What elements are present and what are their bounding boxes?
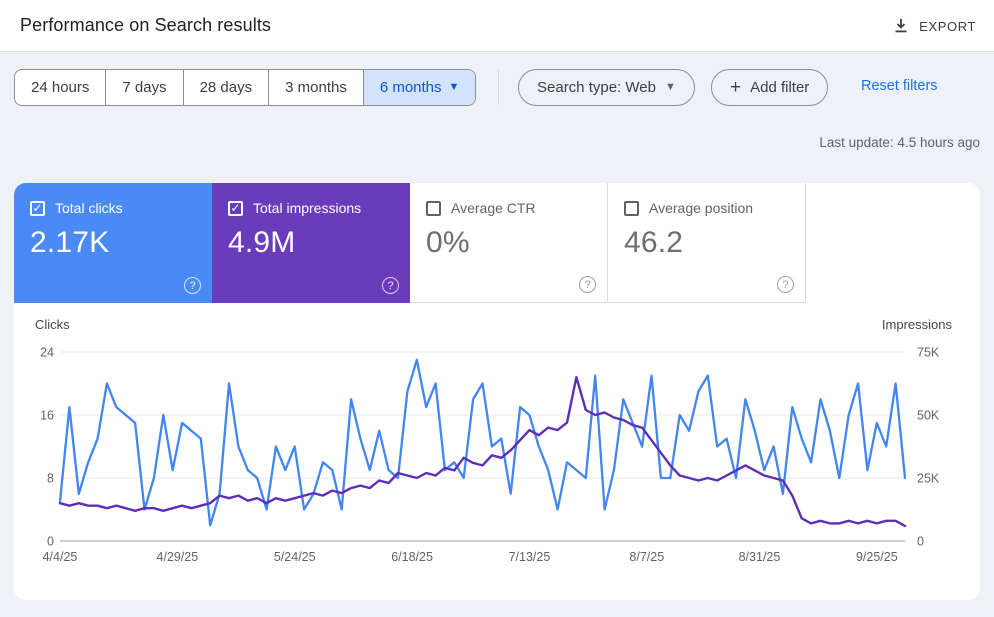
search-console-performance-page: Performance on Search results EXPORT 24 …: [0, 0, 994, 617]
date-range-label: 6 months: [380, 79, 442, 96]
svg-text:8: 8: [47, 472, 54, 486]
help-icon[interactable]: ?: [579, 276, 596, 293]
metric-label: Average CTR: [451, 200, 536, 216]
svg-text:25K: 25K: [917, 472, 940, 486]
metric-tile-average-position[interactable]: Average position 46.2 ?: [608, 183, 806, 303]
date-range-label: 3 months: [285, 79, 347, 96]
download-icon: [893, 18, 909, 34]
date-range-label: 28 days: [200, 79, 253, 96]
svg-text:24: 24: [40, 346, 54, 360]
checkbox-checked-icon[interactable]: ✓: [30, 201, 45, 216]
search-type-label: Search type: Web: [537, 79, 656, 96]
export-button[interactable]: EXPORT: [893, 10, 976, 42]
help-icon[interactable]: ?: [382, 277, 399, 294]
help-icon[interactable]: ?: [184, 277, 201, 294]
date-range-group: 24 hours 7 days 28 days 3 months 6 month…: [14, 69, 476, 106]
metric-label: Average position: [649, 200, 753, 216]
page-title: Performance on Search results: [20, 0, 271, 51]
export-label: EXPORT: [919, 19, 976, 34]
metric-label: Total impressions: [253, 200, 361, 216]
date-range-28-days[interactable]: 28 days: [184, 70, 270, 105]
svg-text:8/31/25: 8/31/25: [739, 550, 781, 564]
metric-tiles: ✓ Total clicks 2.17K ? ✓ Total impressio…: [14, 183, 806, 303]
reset-filters-link[interactable]: Reset filters: [861, 78, 938, 94]
search-type-dropdown[interactable]: Search type: Web ▼: [518, 69, 695, 106]
metric-tile-average-ctr[interactable]: Average CTR 0% ?: [410, 183, 608, 303]
svg-text:0: 0: [917, 535, 924, 549]
date-range-24-hours[interactable]: 24 hours: [15, 70, 106, 105]
svg-text:4/4/25: 4/4/25: [43, 550, 78, 564]
date-range-label: 7 days: [122, 79, 166, 96]
metric-value: 4.9M: [228, 226, 394, 260]
date-range-label: 24 hours: [31, 79, 89, 96]
svg-text:9/25/25: 9/25/25: [856, 550, 898, 564]
date-range-7-days[interactable]: 7 days: [106, 70, 183, 105]
metric-value: 0%: [426, 226, 591, 260]
svg-text:4/29/25: 4/29/25: [157, 550, 199, 564]
svg-text:0: 0: [47, 535, 54, 549]
performance-card: ✓ Total clicks 2.17K ? ✓ Total impressio…: [14, 183, 980, 600]
checkbox-checked-icon[interactable]: ✓: [228, 201, 243, 216]
metric-tile-total-clicks[interactable]: ✓ Total clicks 2.17K ?: [14, 183, 212, 303]
svg-text:50K: 50K: [917, 409, 940, 423]
plus-icon: +: [730, 78, 741, 97]
line-chart-canvas: ClicksImpressions2475K1650K825K004/4/254…: [14, 303, 980, 600]
svg-text:8/7/25: 8/7/25: [629, 550, 664, 564]
svg-text:16: 16: [40, 409, 54, 423]
add-filter-button[interactable]: + Add filter: [711, 69, 828, 106]
metric-label: Total clicks: [55, 200, 123, 216]
last-update-text: Last update: 4.5 hours ago: [819, 135, 980, 150]
help-icon[interactable]: ?: [777, 276, 794, 293]
add-filter-label: Add filter: [750, 79, 809, 96]
checkbox-unchecked-icon[interactable]: [624, 201, 639, 216]
checkbox-unchecked-icon[interactable]: [426, 201, 441, 216]
svg-text:6/18/25: 6/18/25: [391, 550, 433, 564]
metric-tile-total-impressions[interactable]: ✓ Total impressions 4.9M ?: [212, 183, 410, 303]
chevron-down-icon: ▼: [665, 82, 676, 93]
metric-value: 2.17K: [30, 226, 196, 260]
metric-value: 46.2: [624, 226, 789, 260]
svg-text:Clicks: Clicks: [35, 317, 70, 332]
date-range-6-months[interactable]: 6 months ▼: [364, 70, 476, 105]
page-header: Performance on Search results EXPORT: [0, 0, 994, 52]
date-range-3-months[interactable]: 3 months: [269, 70, 364, 105]
filter-divider: [498, 70, 499, 105]
performance-chart: ClicksImpressions2475K1650K825K004/4/254…: [14, 303, 980, 600]
svg-text:5/24/25: 5/24/25: [274, 550, 316, 564]
svg-text:7/13/25: 7/13/25: [509, 550, 551, 564]
svg-text:75K: 75K: [917, 346, 940, 360]
svg-text:Impressions: Impressions: [882, 317, 953, 332]
chevron-down-icon: ▼: [449, 82, 460, 93]
